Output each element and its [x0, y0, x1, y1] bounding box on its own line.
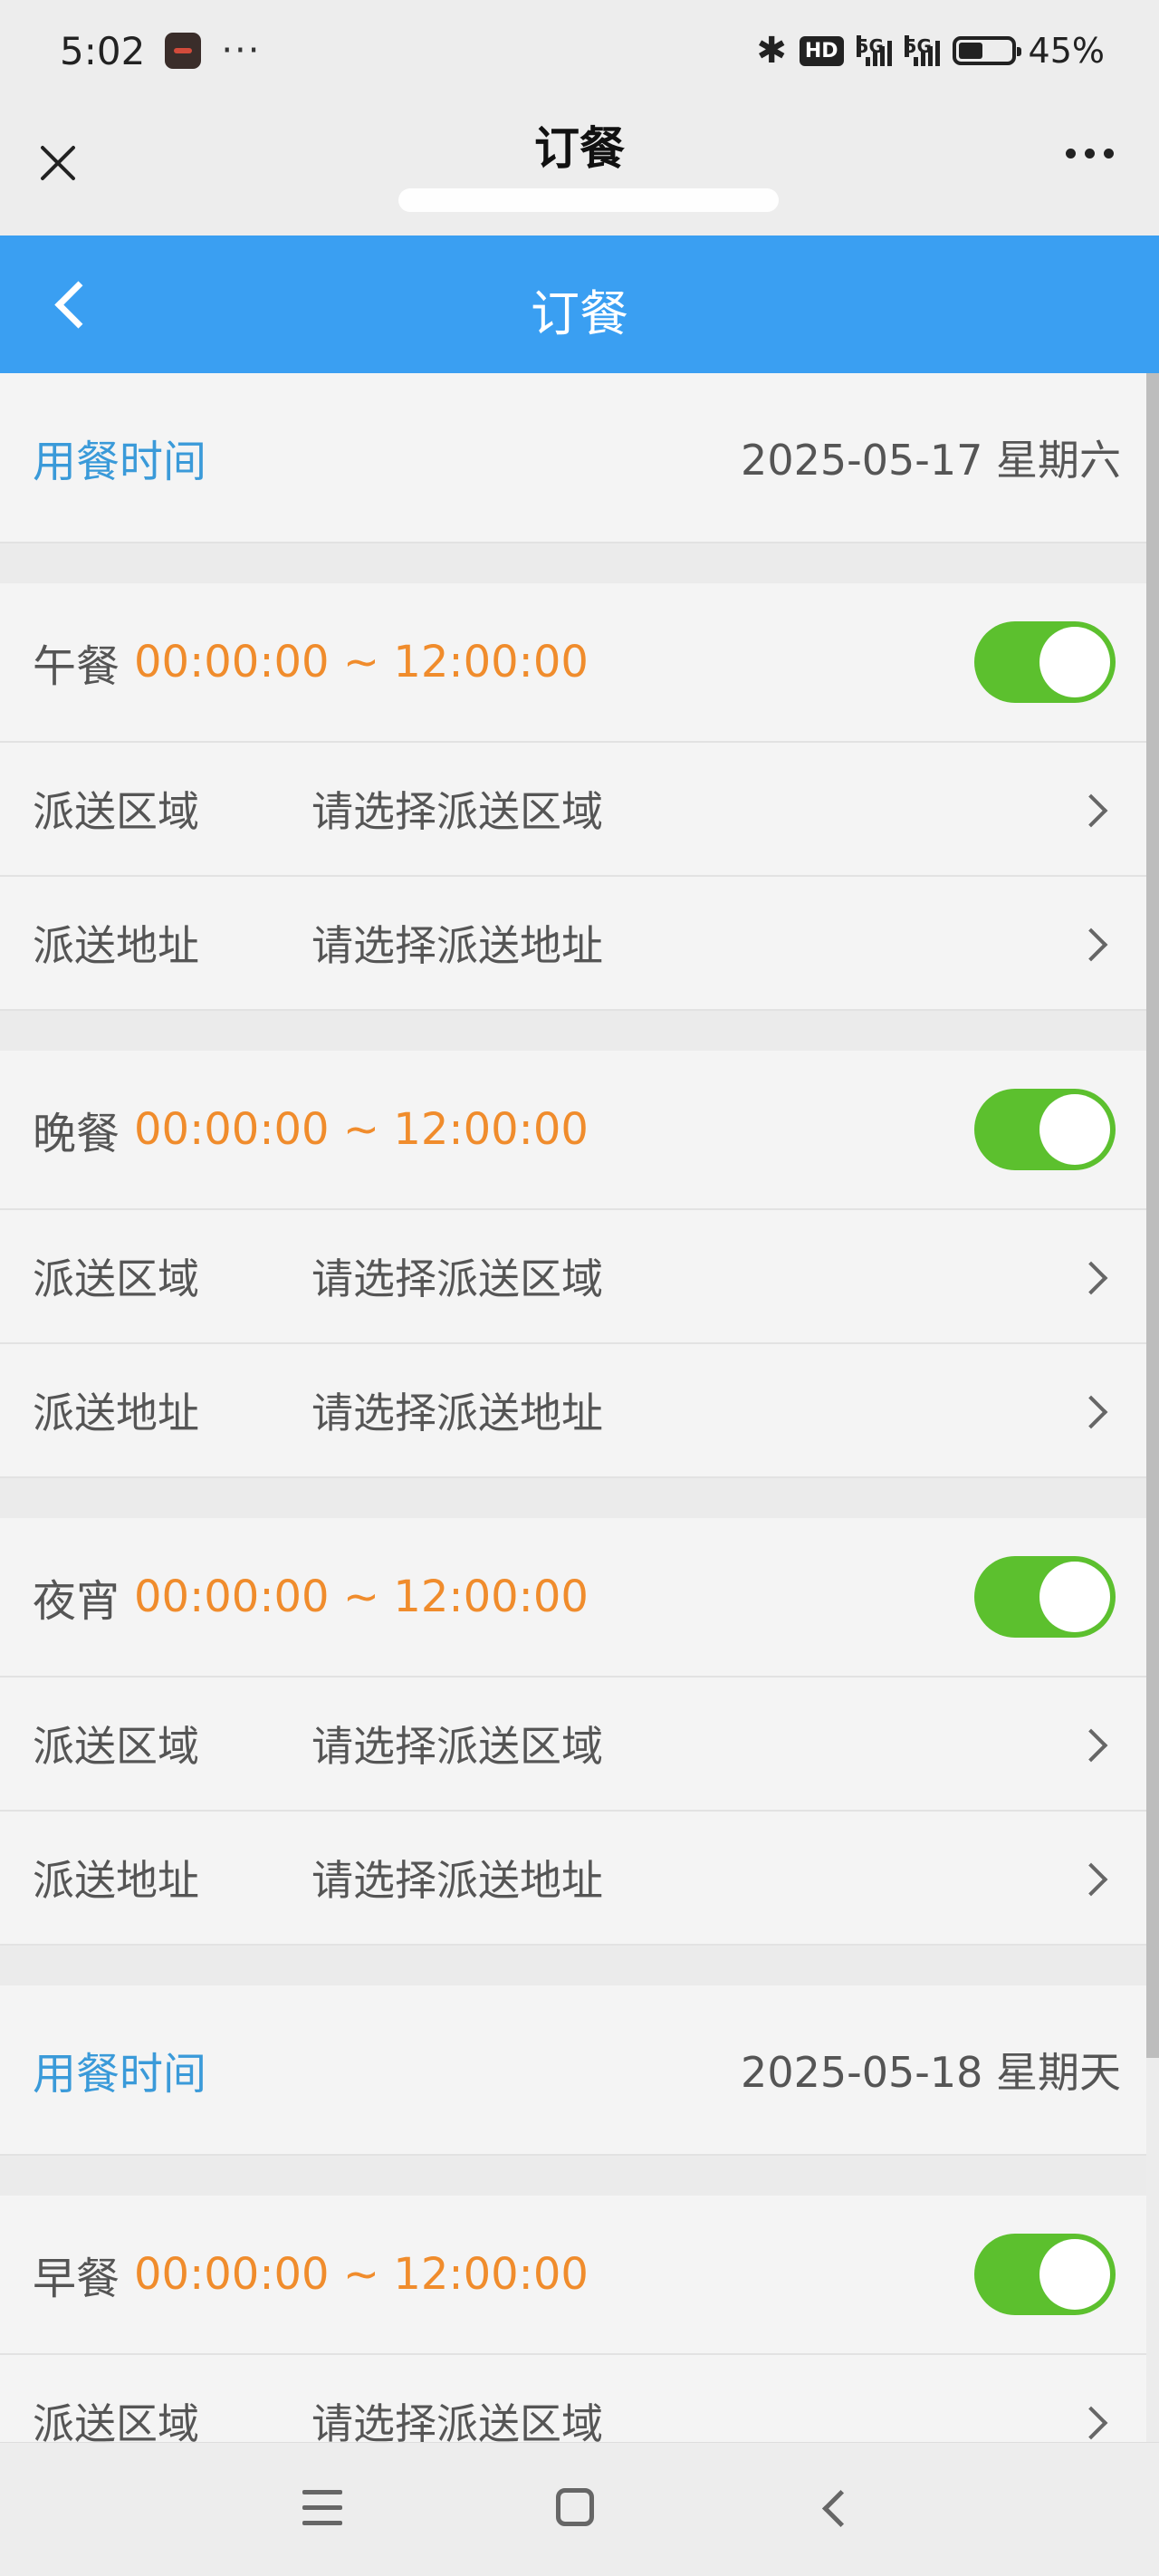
- meal-date-row: 用餐时间 2025-05-17 星期六: [0, 373, 1146, 543]
- meal-date-label: 用餐时间: [33, 2049, 207, 2100]
- page-title: 订餐: [531, 285, 628, 342]
- meal-toggle[interactable]: [974, 1089, 1116, 1170]
- delivery-area-label: 派送区域: [33, 1254, 199, 1303]
- chevron-right-icon: [1079, 2406, 1110, 2437]
- delivery-address-label: 派送地址: [33, 921, 199, 970]
- miniprogram-title: 订餐: [534, 122, 625, 175]
- section-gap: [0, 543, 1146, 583]
- chevron-right-icon: [1079, 928, 1110, 958]
- meal-header: 早餐 00:00:00 ~ 12:00:00: [0, 2196, 1146, 2355]
- hd-badge: HD: [799, 35, 844, 66]
- home-icon[interactable]: [556, 2488, 594, 2526]
- meal-name: 早餐: [33, 2254, 120, 2304]
- meal-card-lunch: 午餐 00:00:00 ~ 12:00:00 派送区域 请选择派送区域 派送地址…: [0, 583, 1146, 1011]
- section-gap: [0, 2156, 1146, 2196]
- status-time: 5:02: [60, 28, 146, 73]
- delivery-area-value: 请选择派送区域: [311, 1254, 603, 1303]
- delivery-area-row[interactable]: 派送区域 请选择派送区域: [0, 2355, 1146, 2442]
- meal-header: 夜宵 00:00:00 ~ 12:00:00: [0, 1518, 1146, 1677]
- delivery-area-row[interactable]: 派送区域 请选择派送区域: [0, 1210, 1146, 1344]
- bluetooth-icon: ✱: [756, 30, 787, 72]
- meal-time-range: 00:00:00 ~ 12:00:00: [134, 1104, 589, 1155]
- scrollbar[interactable]: [1146, 373, 1159, 2058]
- meal-name: 午餐: [33, 641, 120, 692]
- more-options-icon[interactable]: [1066, 149, 1114, 159]
- system-nav-bar: [0, 2442, 1159, 2576]
- delivery-area-row[interactable]: 派送区域 请选择派送区域: [0, 743, 1146, 877]
- meal-toggle[interactable]: [974, 621, 1116, 703]
- battery-percent: 45%: [1028, 31, 1105, 71]
- meal-card-breakfast: 早餐 00:00:00 ~ 12:00:00 派送区域 请选择派送区域: [0, 2196, 1146, 2442]
- delivery-address-label: 派送地址: [33, 1856, 199, 1905]
- meal-name: 晚餐: [33, 1109, 120, 1159]
- meal-date-label: 用餐时间: [33, 437, 207, 487]
- delivery-address-row[interactable]: 派送地址 请选择派送地址: [0, 1344, 1146, 1478]
- delivery-address-value: 请选择派送地址: [311, 1389, 603, 1437]
- signal-icon-1: 5G: [856, 35, 892, 66]
- meal-card-late-night: 夜宵 00:00:00 ~ 12:00:00 派送区域 请选择派送区域 派送地址…: [0, 1518, 1146, 1946]
- signal-icon-2: 5G: [904, 35, 940, 66]
- order-list[interactable]: 用餐时间 2025-05-17 星期六 午餐 00:00:00 ~ 12:00:…: [0, 373, 1146, 2442]
- meal-name: 夜宵: [33, 1576, 120, 1627]
- section-gap: [0, 1478, 1146, 1518]
- battery-icon: [952, 36, 1021, 65]
- app-notification-icon: [165, 33, 202, 69]
- back-nav-icon[interactable]: [819, 2492, 849, 2523]
- delivery-address-label: 派送地址: [33, 1389, 199, 1437]
- delivery-area-label: 派送区域: [33, 1722, 199, 1771]
- chevron-right-icon: [1079, 1862, 1110, 1893]
- delivery-area-value: 请选择派送区域: [311, 787, 603, 836]
- miniprogram-title-bar: 订餐: [0, 101, 1159, 235]
- more-notifications-icon: ···: [221, 30, 262, 72]
- meal-date-row: 用餐时间 2025-05-18 星期天: [0, 1985, 1146, 2156]
- delivery-area-label: 派送区域: [33, 2399, 199, 2442]
- meal-header: 午餐 00:00:00 ~ 12:00:00: [0, 583, 1146, 743]
- meal-date-value: 2025-05-18 星期天: [741, 2048, 1121, 2097]
- status-bar: 5:02 ··· ✱ HD 5G 5G 45%: [0, 0, 1159, 101]
- delivery-address-value: 请选择派送地址: [311, 1856, 603, 1905]
- meal-time-range: 00:00:00 ~ 12:00:00: [134, 1572, 589, 1622]
- app-header: 订餐: [0, 235, 1159, 373]
- meal-header: 晚餐 00:00:00 ~ 12:00:00: [0, 1051, 1146, 1210]
- meal-time-range: 00:00:00 ~ 12:00:00: [134, 637, 589, 687]
- delivery-area-row[interactable]: 派送区域 请选择派送区域: [0, 1677, 1146, 1812]
- meal-time-range: 00:00:00 ~ 12:00:00: [134, 2249, 589, 2300]
- delivery-address-row[interactable]: 派送地址 请选择派送地址: [0, 1812, 1146, 1946]
- meal-toggle[interactable]: [974, 1556, 1116, 1638]
- meal-toggle[interactable]: [974, 2234, 1116, 2315]
- chevron-right-icon: [1079, 1728, 1110, 1759]
- section-gap: [0, 1946, 1146, 1985]
- meal-card-dinner: 晚餐 00:00:00 ~ 12:00:00 派送区域 请选择派送区域 派送地址…: [0, 1051, 1146, 1478]
- delivery-area-label: 派送区域: [33, 787, 199, 836]
- section-gap: [0, 1011, 1146, 1051]
- delivery-area-value: 请选择派送区域: [311, 1722, 603, 1771]
- chevron-right-icon: [1079, 793, 1110, 824]
- delivery-area-value: 请选择派送区域: [311, 2399, 603, 2442]
- redacted-subtitle: [398, 188, 779, 212]
- chevron-right-icon: [1079, 1395, 1110, 1426]
- recent-apps-icon[interactable]: [302, 2490, 342, 2526]
- meal-date-value: 2025-05-17 星期六: [741, 436, 1121, 485]
- delivery-address-row[interactable]: 派送地址 请选择派送地址: [0, 877, 1146, 1011]
- delivery-address-value: 请选择派送地址: [311, 921, 603, 970]
- chevron-right-icon: [1079, 1261, 1110, 1292]
